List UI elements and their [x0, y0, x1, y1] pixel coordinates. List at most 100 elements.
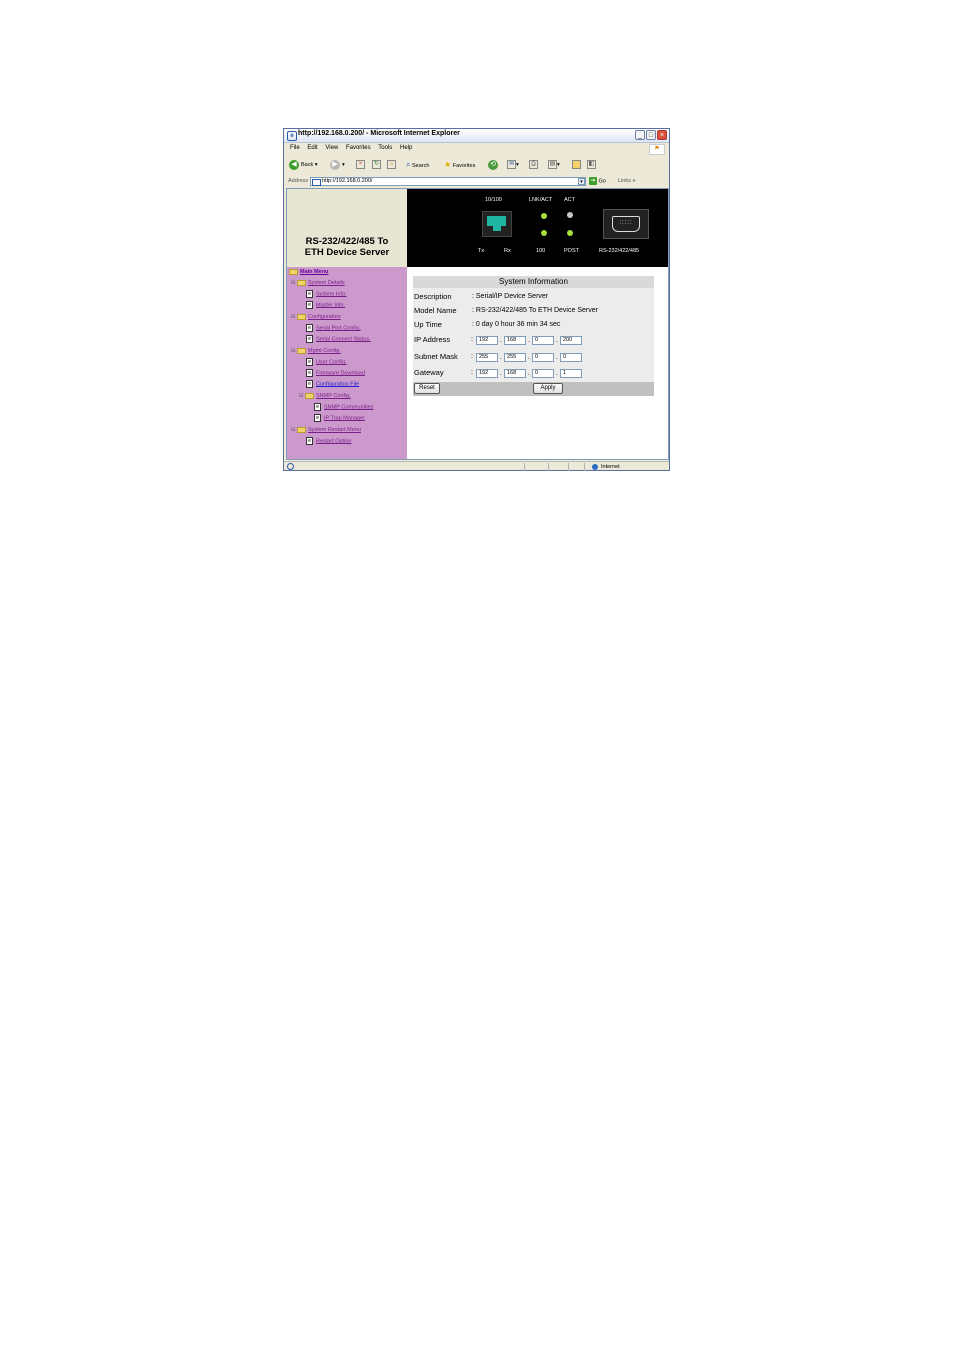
system-details-link[interactable]: System Details: [308, 280, 345, 286]
collapse-icon[interactable]: ⊟: [291, 313, 296, 321]
status-bar: Internet: [284, 461, 669, 472]
ip-octet-3-input[interactable]: 0: [532, 336, 554, 345]
page-icon: e: [306, 358, 313, 366]
gateway-octet-4-input[interactable]: 1: [560, 369, 582, 378]
ip-trap-manager-link[interactable]: IP Trap Manager: [324, 415, 365, 421]
sidebar-item-configuration-file[interactable]: e Configuration File: [306, 380, 359, 388]
mask-octet-1-input[interactable]: 255: [476, 352, 498, 362]
snmp-config-link[interactable]: SNMP Config.: [316, 393, 351, 399]
configuration-file-link[interactable]: Configuration File: [316, 381, 359, 387]
collapse-icon[interactable]: ⊟: [299, 392, 304, 400]
print-icon: ⎙: [529, 160, 538, 170]
master-info-link[interactable]: Master Info.: [316, 302, 345, 308]
ip-octet-2-input[interactable]: 168: [504, 336, 526, 345]
sidebar-item-ip-trap-manager[interactable]: e IP Trap Manager: [314, 414, 365, 422]
sidebar-item-system-restart-menu[interactable]: ⊟ System Restart Menu: [291, 426, 361, 434]
menu-view[interactable]: View: [325, 143, 338, 153]
stop-button[interactable]: ×: [356, 159, 365, 171]
mail-button[interactable]: ✉ ▾: [507, 159, 519, 171]
speed-100-label: 100: [536, 248, 546, 254]
go-arrow-icon: ➔: [589, 177, 597, 185]
sidebar-item-snmp-config[interactable]: ⊟ SNMP Config.: [299, 392, 351, 400]
stop-icon: ×: [356, 160, 365, 170]
user-config-link[interactable]: User Config.: [316, 359, 347, 365]
sidebar-item-restart-option[interactable]: e Restart Option: [306, 437, 351, 445]
favorites-button[interactable]: ★ Favorites: [444, 159, 475, 171]
address-input[interactable]: http://192.168.0.200/: [310, 177, 586, 186]
gateway-octet-2-input[interactable]: 168: [504, 369, 526, 378]
gateway-octet-1-input[interactable]: 192: [476, 369, 498, 378]
sidebar-item-system-info[interactable]: e System Info.: [306, 290, 347, 298]
menu-file[interactable]: File: [290, 143, 300, 153]
page-icon: e: [306, 369, 313, 377]
menu-tools[interactable]: Tools: [378, 143, 392, 153]
collapse-icon[interactable]: ⊟: [291, 279, 296, 287]
refresh-button[interactable]: ↻: [372, 159, 381, 171]
sidebar-item-mgmt-config[interactable]: ⊟ Mgmt Config.: [291, 347, 341, 355]
go-label: Go: [598, 178, 606, 185]
main-menu-link[interactable]: Main Menu: [300, 269, 328, 275]
mask-octet-4-input[interactable]: 0: [560, 352, 582, 362]
minimize-button[interactable]: _: [635, 130, 645, 140]
home-button[interactable]: ⌂: [387, 159, 396, 171]
history-button[interactable]: ⟲: [488, 159, 500, 171]
messenger-icon: ◧: [587, 160, 596, 170]
mask-octet-3-input[interactable]: 0: [532, 352, 554, 362]
sidebar-item-snmp-communities[interactable]: e SNMP Communities: [314, 403, 373, 411]
browser-window: e http://192.168.0.200/ - Microsoft Inte…: [283, 128, 670, 471]
sidebar-item-system-details[interactable]: ⊟ System Details: [291, 279, 345, 287]
sidebar-item-serial-port-config[interactable]: e Serial Port Config.: [306, 324, 361, 332]
snmp-communities-link[interactable]: SNMP Communities: [324, 404, 373, 410]
product-banner: RS-232/422/485 To ETH Device Server: [287, 189, 407, 267]
menu-favorites[interactable]: Favorites: [346, 143, 371, 153]
page-status-icon: [287, 463, 294, 470]
product-name: RS-232/422/485 To ETH Device Server: [287, 236, 407, 258]
ip-address-row: IP Address : 192 . 168 . 0 . 200: [413, 332, 654, 349]
edit-button[interactable]: ▤ ▾: [548, 159, 560, 171]
menu-bar: File Edit View Favorites Tools Help: [284, 143, 669, 153]
serial-connect-status-link[interactable]: Serial Connect Status.: [316, 336, 371, 342]
discuss-button[interactable]: [572, 159, 581, 171]
firmware-download-link[interactable]: Firmware Download: [316, 370, 365, 376]
forward-button[interactable]: ▶ ▾: [330, 159, 345, 171]
apply-button[interactable]: Apply: [533, 382, 563, 394]
sidebar-item-user-config[interactable]: e User Config.: [306, 358, 347, 366]
serial-port-config-link[interactable]: Serial Port Config.: [316, 325, 361, 331]
address-bar: Address http://192.168.0.200/ ▾ ➔ Go Lin…: [284, 176, 669, 187]
maximize-button[interactable]: □: [646, 130, 656, 140]
system-info-link[interactable]: System Info.: [316, 291, 347, 297]
page-icon: e: [306, 290, 313, 298]
mgmt-config-link[interactable]: Mgmt Config.: [308, 348, 341, 354]
ip-octet-1-input[interactable]: 192: [476, 336, 498, 345]
menu-edit[interactable]: Edit: [307, 143, 317, 153]
go-button[interactable]: ➔ Go: [589, 177, 606, 185]
messenger-button[interactable]: ◧: [587, 159, 596, 171]
links-button[interactable]: Links »: [618, 178, 635, 184]
back-arrow-icon: ◀: [289, 159, 299, 170]
sidebar-item-master-info[interactable]: e Master Info.: [306, 301, 345, 309]
mask-octet-2-input[interactable]: 255: [504, 352, 526, 362]
folder-icon: [297, 426, 306, 433]
ip-octet-4-input[interactable]: 200: [560, 336, 582, 345]
lnk-act-led: [541, 213, 547, 219]
system-restart-menu-link[interactable]: System Restart Menu: [308, 427, 361, 433]
configuration-link[interactable]: Configuration: [308, 314, 341, 320]
close-button[interactable]: ×: [657, 130, 667, 140]
sidebar-item-configuration[interactable]: ⊟ Configuration: [291, 313, 341, 321]
sidebar-item-main-menu[interactable]: Main Menu: [289, 268, 328, 276]
gateway-octet-3-input[interactable]: 0: [532, 369, 554, 378]
back-button[interactable]: ◀ Back ▾: [289, 159, 318, 171]
collapse-icon[interactable]: ⊟: [291, 426, 296, 434]
menu-help[interactable]: Help: [400, 143, 412, 153]
sidebar-item-firmware-download[interactable]: e Firmware Download: [306, 369, 365, 377]
restart-option-link[interactable]: Restart Option: [316, 438, 351, 444]
ip-address-label: IP Address: [414, 335, 451, 344]
collapse-icon[interactable]: ⊟: [291, 347, 296, 355]
print-button[interactable]: ⎙: [529, 159, 538, 171]
search-button[interactable]: ⌕ Search: [406, 159, 429, 171]
forward-arrow-icon: ▶: [330, 159, 340, 170]
address-dropdown-button[interactable]: ▾: [578, 178, 585, 185]
sidebar-item-serial-connect-status[interactable]: e Serial Connect Status.: [306, 335, 371, 343]
favorites-label: Favorites: [452, 163, 476, 169]
reset-button[interactable]: Reset: [414, 382, 440, 394]
